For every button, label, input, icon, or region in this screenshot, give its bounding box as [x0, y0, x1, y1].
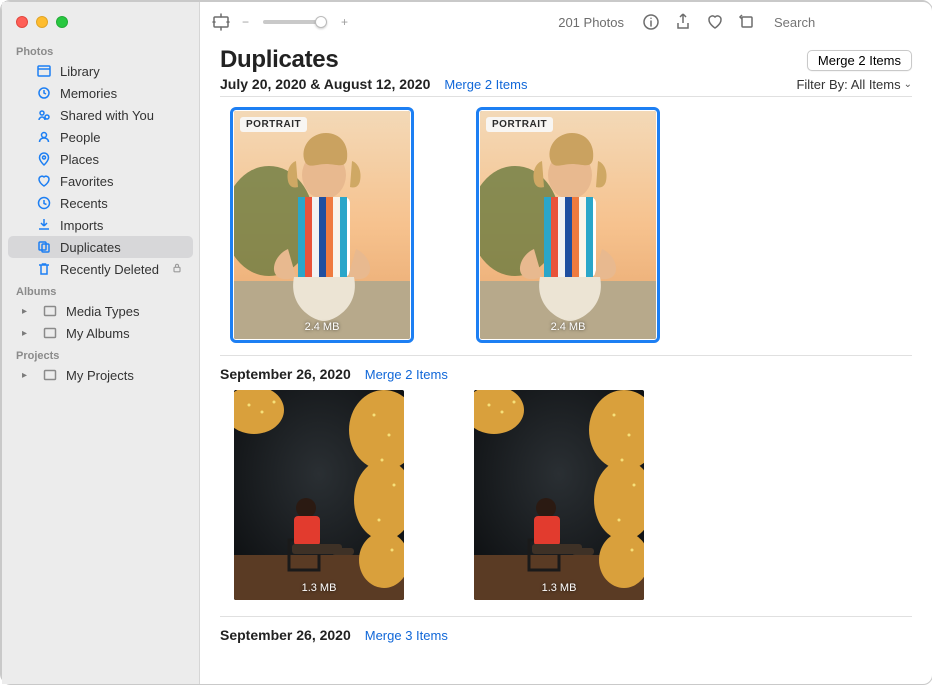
sidebar-item-label: Favorites — [60, 174, 183, 189]
merge-selected-button[interactable]: Merge 2 Items — [807, 50, 912, 71]
photo-thumbnail[interactable]: 1.3 MB — [474, 390, 644, 600]
file-size-label: 2.4 MB — [551, 321, 586, 333]
sidebar-item-recently-deleted[interactable]: Recently Deleted — [8, 258, 193, 280]
sidebar-item-label: Recents — [60, 196, 183, 211]
album-icon — [42, 325, 58, 341]
sidebar-item-label: Places — [60, 152, 183, 167]
info-icon[interactable] — [640, 11, 662, 33]
sidebar-section-photos: Photos — [2, 40, 199, 60]
file-size-label: 2.4 MB — [305, 321, 340, 333]
sidebar-item-duplicates[interactable]: Duplicates — [8, 236, 193, 258]
clock-icon — [36, 195, 52, 211]
photo-image — [234, 390, 404, 600]
share-icon[interactable] — [672, 11, 694, 33]
sidebar-item-media-types[interactable]: ▸ Media Types — [8, 300, 193, 322]
sidebar-item-favorites[interactable]: Favorites — [8, 170, 193, 192]
rotate-icon[interactable] — [736, 11, 758, 33]
sidebar-item-label: Library — [60, 64, 183, 79]
memories-icon — [36, 85, 52, 101]
group-merge-link[interactable]: Merge 2 Items — [365, 367, 448, 382]
sidebar-item-label: Imports — [60, 218, 183, 233]
sidebar-item-imports[interactable]: Imports — [8, 214, 193, 236]
group-date: September 26, 2020 — [220, 366, 351, 382]
library-icon — [36, 63, 52, 79]
chevron-down-icon: ⌄ — [904, 79, 912, 90]
filter-by-value: All Items — [851, 77, 901, 92]
favorite-icon[interactable] — [704, 11, 726, 33]
places-icon — [36, 151, 52, 167]
photo-image — [234, 111, 410, 339]
group-merge-link[interactable]: Merge 2 Items — [444, 77, 527, 92]
zoom-slider-knob[interactable] — [315, 16, 327, 28]
photo-thumbnail[interactable]: PORTRAIT 2.4 MB — [480, 111, 656, 339]
portrait-badge: PORTRAIT — [240, 117, 307, 132]
file-size-label: 1.3 MB — [302, 582, 337, 594]
sidebar-item-shared[interactable]: Shared with You — [8, 104, 193, 126]
minimize-window-button[interactable] — [36, 16, 48, 28]
zoom-out-label: − — [242, 15, 249, 29]
sidebar-item-people[interactable]: People — [8, 126, 193, 148]
duplicates-icon — [36, 239, 52, 255]
people-icon — [36, 129, 52, 145]
content-area: Duplicates Merge 2 Items July 20, 2020 &… — [200, 42, 932, 684]
file-size-label: 1.3 MB — [542, 582, 577, 594]
close-window-button[interactable] — [16, 16, 28, 28]
import-icon — [36, 217, 52, 233]
trash-icon — [36, 261, 52, 277]
sidebar-item-label: My Albums — [66, 326, 183, 341]
sidebar-item-label: Recently Deleted — [60, 262, 163, 277]
chevron-right-icon[interactable]: ▸ — [22, 328, 34, 339]
photo-image — [474, 390, 644, 600]
photo-count: 201 Photos — [558, 15, 624, 30]
photo-image — [480, 111, 656, 339]
page-title: Duplicates — [220, 46, 338, 74]
sidebar-item-label: Memories — [60, 86, 183, 101]
filter-by-label: Filter By: — [796, 77, 847, 92]
group-date: September 26, 2020 — [220, 627, 351, 643]
lock-icon — [171, 262, 183, 277]
heart-icon — [36, 173, 52, 189]
aspect-ratio-icon[interactable] — [210, 11, 232, 33]
sidebar-item-recents[interactable]: Recents — [8, 192, 193, 214]
sidebar-item-my-projects[interactable]: ▸ My Projects — [8, 364, 193, 386]
folder-icon — [42, 367, 58, 383]
window-controls — [2, 12, 199, 40]
group-date: July 20, 2020 & August 12, 2020 — [220, 76, 430, 92]
sidebar-item-label: Duplicates — [60, 240, 183, 255]
shared-icon — [36, 107, 52, 123]
zoom-in-label: + — [341, 15, 348, 29]
zoom-slider[interactable] — [263, 20, 327, 24]
sidebar-item-library[interactable]: Library — [8, 60, 193, 82]
photo-thumbnail[interactable]: 1.3 MB — [234, 390, 404, 600]
sidebar-item-memories[interactable]: Memories — [8, 82, 193, 104]
sidebar-item-label: People — [60, 130, 183, 145]
sidebar-item-label: Media Types — [66, 304, 183, 319]
sidebar-item-label: My Projects — [66, 368, 183, 383]
search-field[interactable] — [768, 11, 918, 33]
sidebar-section-projects: Projects — [2, 344, 199, 364]
album-icon — [42, 303, 58, 319]
chevron-right-icon[interactable]: ▸ — [22, 370, 34, 381]
sidebar-item-my-albums[interactable]: ▸ My Albums — [8, 322, 193, 344]
sidebar-item-places[interactable]: Places — [8, 148, 193, 170]
group-merge-link[interactable]: Merge 3 Items — [365, 628, 448, 643]
sidebar-section-albums: Albums — [2, 280, 199, 300]
filter-by-dropdown[interactable]: Filter By: All Items ⌄ — [796, 77, 912, 92]
photo-thumbnail[interactable]: PORTRAIT 2.4 MB — [234, 111, 410, 339]
sidebar-item-label: Shared with You — [60, 108, 183, 123]
sidebar: Photos Library Memories Shared with You … — [2, 2, 200, 684]
fullscreen-window-button[interactable] — [56, 16, 68, 28]
chevron-right-icon[interactable]: ▸ — [22, 306, 34, 317]
search-input[interactable] — [774, 15, 932, 30]
toolbar: − + 201 Photos — [200, 2, 932, 42]
portrait-badge: PORTRAIT — [486, 117, 553, 132]
